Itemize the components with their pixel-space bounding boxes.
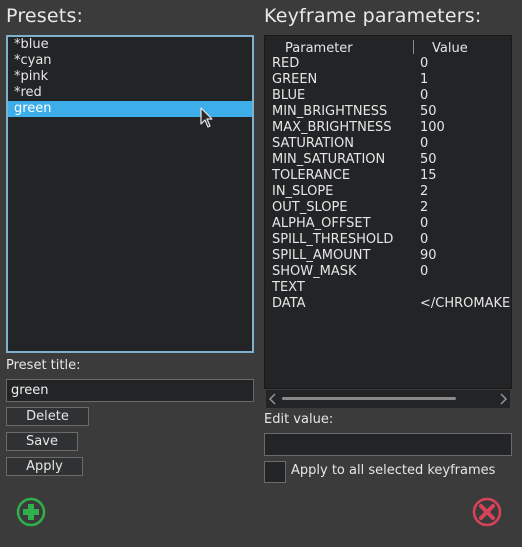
parameter-name: BLUE — [272, 88, 306, 103]
mouse-cursor-icon — [200, 107, 213, 128]
preset-item[interactable]: *red — [8, 85, 252, 101]
parameter-row[interactable]: MIN_SATURATION 50 — [272, 152, 512, 168]
keyframe-parameters-heading: Keyframe parameters: — [264, 5, 482, 27]
parameter-row[interactable]: SPILL_AMOUNT 90 — [272, 248, 512, 264]
edit-value-label: Edit value: — [264, 412, 334, 427]
parameter-value[interactable]: 90 — [420, 248, 515, 264]
preset-title-label: Preset title: — [6, 358, 81, 373]
parameter-value[interactable]: 0 — [420, 56, 515, 72]
delete-button[interactable]: Delete — [6, 407, 89, 426]
edit-value-input[interactable] — [264, 433, 512, 456]
parameter-row[interactable]: OUT_SLOPE 2 — [272, 200, 512, 216]
close-circle-icon[interactable] — [471, 496, 503, 528]
parameter-name: SHOW_MASK — [272, 264, 357, 279]
parameter-name: RED — [272, 56, 300, 71]
preset-title-input[interactable]: green — [6, 379, 254, 402]
parameter-row[interactable]: SHOW_MASK 0 — [272, 264, 512, 280]
preset-item[interactable]: *pink — [8, 69, 252, 85]
save-button[interactable]: Save — [6, 432, 78, 451]
parameter-value[interactable]: 0 — [420, 88, 515, 104]
horizontal-scrollbar[interactable] — [266, 390, 510, 408]
scrollbar-thumb[interactable] — [282, 397, 456, 400]
parameter-name: SATURATION — [272, 136, 354, 151]
parameter-row[interactable]: SPILL_THRESHOLD 0 — [272, 232, 512, 248]
apply-button[interactable]: Apply — [6, 457, 83, 476]
parameter-value[interactable]: 100 — [420, 120, 515, 136]
parameter-row[interactable]: BLUE 0 — [272, 88, 512, 104]
parameter-value[interactable]: 0 — [420, 264, 515, 280]
preset-item[interactable]: green — [8, 101, 252, 117]
apply-to-all-label[interactable]: Apply to all selected keyframes — [291, 463, 495, 478]
scroll-right-icon[interactable] — [498, 393, 508, 405]
parameter-name: IN_SLOPE — [272, 184, 334, 199]
column-divider[interactable] — [413, 40, 414, 54]
parameter-name: OUT_SLOPE — [272, 200, 348, 215]
parameter-row[interactable]: RED 0 — [272, 56, 512, 72]
parameter-row[interactable]: GREEN 1 — [272, 72, 512, 88]
parameter-row[interactable]: TOLERANCE 15 — [272, 168, 512, 184]
parameter-row[interactable]: MAX_BRIGHTNESS 100 — [272, 120, 512, 136]
parameter-name: MAX_BRIGHTNESS — [272, 120, 392, 135]
parameter-value[interactable]: 0 — [420, 216, 515, 232]
presets-heading: Presets: — [6, 5, 84, 27]
plus-circle-icon[interactable] — [15, 496, 47, 528]
parameter-value[interactable]: 1 — [420, 72, 515, 88]
parameter-name: TEXT — [272, 280, 305, 295]
parameter-value[interactable]: 0 — [420, 136, 515, 152]
parameter-value[interactable]: 50 — [420, 152, 515, 168]
parameter-row[interactable]: MIN_BRIGHTNESS 50 — [272, 104, 512, 120]
preset-item[interactable]: *blue — [8, 37, 252, 53]
parameter-value[interactable]: 50 — [420, 104, 515, 120]
parameter-name: MIN_SATURATION — [272, 152, 386, 167]
parameter-value[interactable]: 2 — [420, 200, 515, 216]
parameter-name: TOLERANCE — [272, 168, 351, 183]
parameter-row[interactable]: TEXT — [272, 280, 512, 296]
parameter-row[interactable]: DATA </CHROMAKE — [272, 296, 512, 312]
parameter-name: MIN_BRIGHTNESS — [272, 104, 388, 119]
parameter-row[interactable]: SATURATION 0 — [272, 136, 512, 152]
parameter-name: DATA — [272, 296, 306, 311]
parameter-value[interactable]: 2 — [420, 184, 515, 200]
parameter-name: SPILL_AMOUNT — [272, 248, 371, 263]
keyframe-parameters-table[interactable]: Parameter Value RED 0 GREEN 1 BLUE 0 MIN_BRIGH… — [264, 35, 512, 389]
scroll-left-icon[interactable] — [268, 393, 278, 405]
parameter-name: ALPHA_OFFSET — [272, 216, 371, 231]
parameter-value[interactable]: 15 — [420, 168, 515, 184]
parameter-name: GREEN — [272, 72, 318, 87]
parameter-row[interactable]: ALPHA_OFFSET 0 — [272, 216, 512, 232]
parameter-value[interactable]: </CHROMAKE — [420, 296, 515, 312]
parameter-row[interactable]: IN_SLOPE 2 — [272, 184, 512, 200]
apply-to-all-checkbox[interactable] — [264, 461, 286, 483]
preset-item[interactable]: *cyan — [8, 53, 252, 69]
parameter-value[interactable]: 0 — [420, 232, 515, 248]
parameter-name: SPILL_THRESHOLD — [272, 232, 394, 247]
presets-list[interactable]: *blue *cyan *pink *red green — [6, 35, 254, 353]
